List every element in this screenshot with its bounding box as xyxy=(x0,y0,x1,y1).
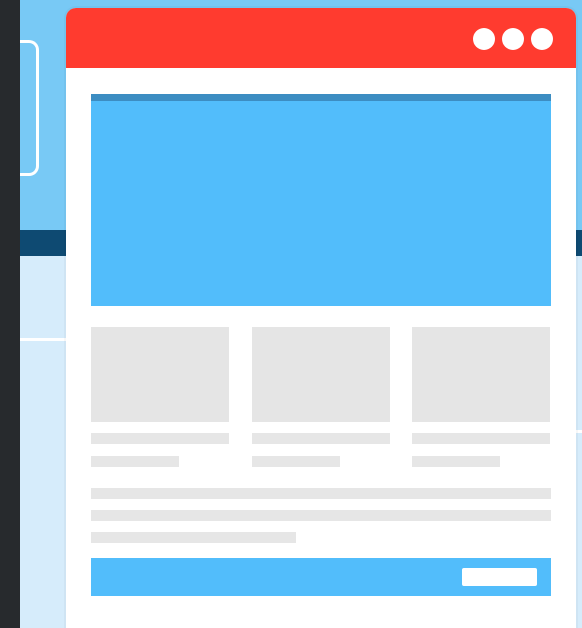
content-card-image xyxy=(412,327,550,422)
left-dark-strip xyxy=(0,0,20,628)
circle-dot-icon[interactable] xyxy=(502,28,524,50)
placeholder-text-line xyxy=(252,456,340,467)
placeholder-text-line xyxy=(252,433,390,444)
placeholder-text-line xyxy=(91,510,551,521)
hero-banner xyxy=(91,94,551,306)
connector-line xyxy=(20,338,72,341)
content-card-image xyxy=(252,327,390,422)
cta-button[interactable] xyxy=(462,568,537,586)
placeholder-text-line xyxy=(91,532,296,543)
connector-line xyxy=(20,40,39,176)
circle-dot-icon[interactable] xyxy=(473,28,495,50)
content-card-image xyxy=(91,327,229,422)
placeholder-text-line xyxy=(91,456,179,467)
window-titlebar xyxy=(66,8,576,68)
illustration-canvas xyxy=(0,0,582,628)
placeholder-text-line xyxy=(412,456,500,467)
browser-window xyxy=(66,8,576,628)
placeholder-text-line xyxy=(91,433,229,444)
placeholder-text-line xyxy=(412,433,550,444)
circle-dot-icon[interactable] xyxy=(531,28,553,50)
placeholder-text-line xyxy=(91,488,551,499)
